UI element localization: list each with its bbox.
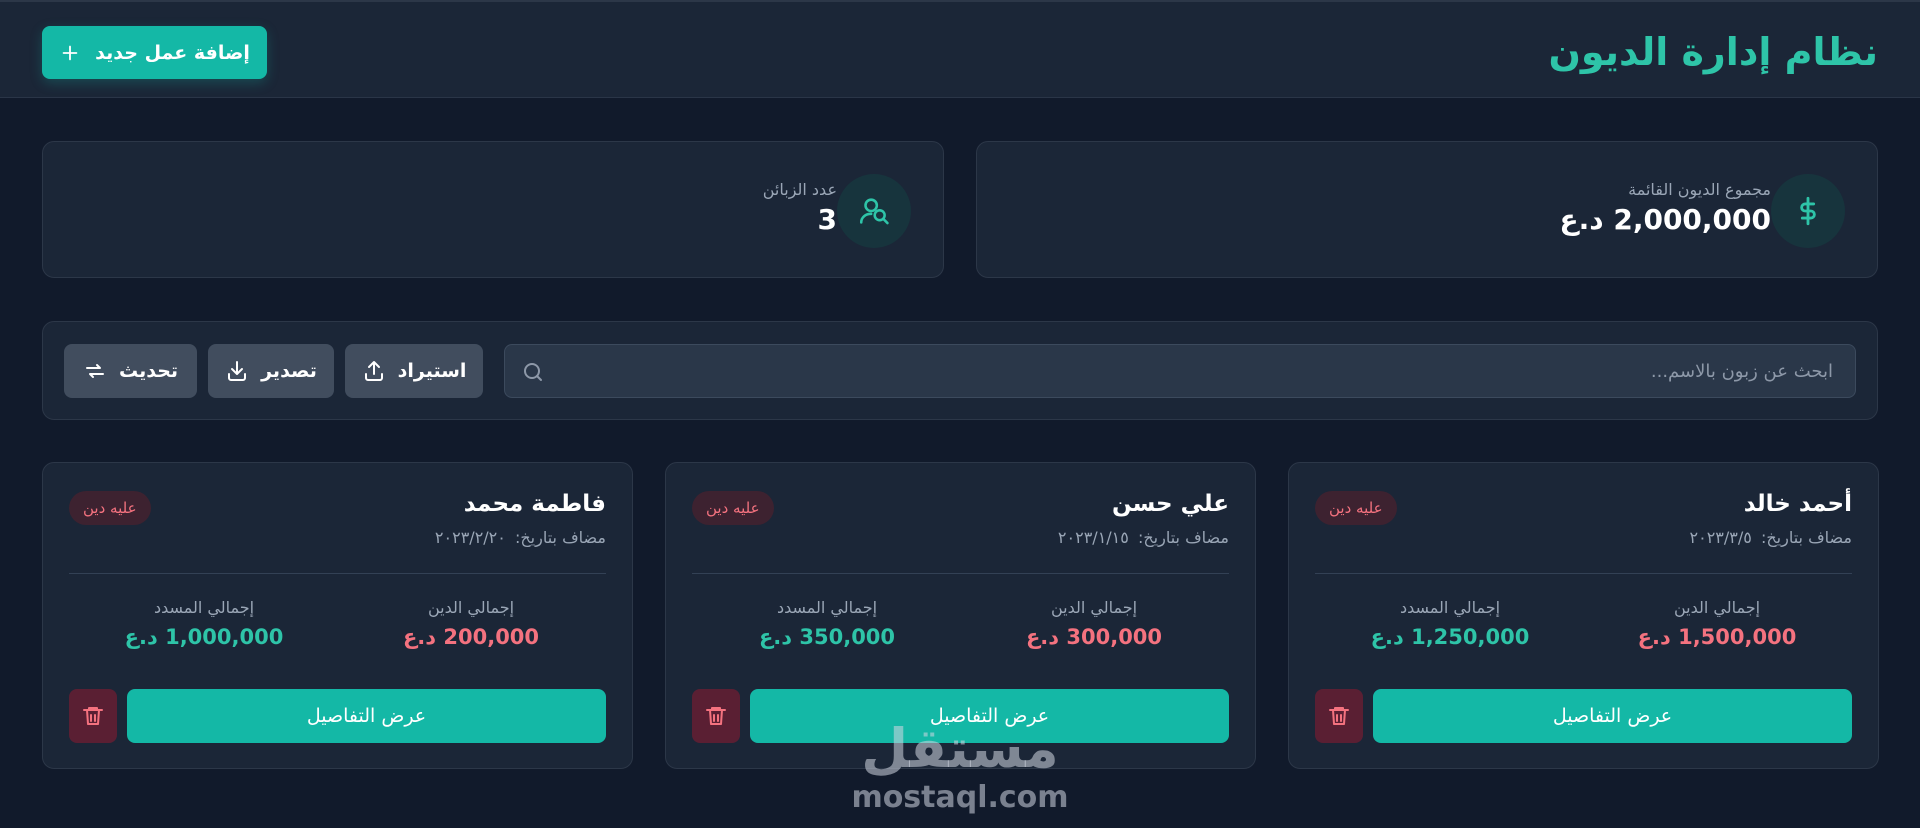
page-title: نظام إدارة الديون — [1548, 30, 1878, 74]
total-debts-card: مجموع الديون القائمة 2,000,000 د.ع — [976, 141, 1878, 278]
total-debt-value: 200,000 د.ع — [402, 625, 540, 649]
delete-button[interactable] — [692, 689, 740, 743]
watermark-url: mostaql.com — [851, 780, 1069, 815]
clients-count-value: 3 — [817, 203, 837, 236]
client-date: مضاف بتاريخ: ٢٠٢٣/٢/٢٠ — [435, 528, 606, 547]
divider — [69, 573, 606, 574]
trash-icon — [1329, 707, 1349, 725]
refresh-button-label: تحديث — [118, 360, 179, 382]
client-name: أحمد خالد — [1743, 491, 1852, 517]
total-debt-value: 1,500,000 د.ع — [1637, 625, 1797, 649]
search-box — [504, 344, 1856, 398]
client-card: علي حسن مضاف بتاريخ: ٢٠٢٣/١/١٥ عليه دين … — [665, 462, 1256, 769]
top-bar: نظام إدارة الديون إضافة عمل جديد — [0, 0, 1920, 98]
divider — [692, 573, 1229, 574]
total-paid: إجمالي المسدد 1,250,000 د.ع — [1315, 598, 1585, 649]
date-value: ٢٠٢٣/٣/٥ — [1689, 528, 1752, 547]
refresh-button[interactable]: تحديث — [64, 344, 197, 398]
upload-icon — [364, 361, 383, 381]
delete-button[interactable] — [69, 689, 117, 743]
export-button[interactable]: تصدير — [208, 344, 334, 398]
trash-icon — [706, 707, 726, 725]
client-card: فاطمة محمد مضاف بتاريخ: ٢٠٢٣/٢/٢٠ عليه د… — [42, 462, 633, 769]
total-debt-label: إجمالي الدين — [1050, 598, 1138, 617]
view-details-button[interactable]: عرض التفاصيل — [127, 689, 606, 743]
import-button-label: استيراد — [397, 360, 467, 382]
total-paid: إجمالي المسدد 1,000,000 د.ع — [69, 598, 339, 649]
dollar-sign-icon — [1771, 174, 1845, 248]
search-icon — [524, 363, 542, 381]
date-value: ٢٠٢٣/٢/٢٠ — [434, 528, 506, 547]
total-paid: إجمالي المسدد 350,000 د.ع — [692, 598, 962, 649]
status-badge: عليه دين — [1315, 491, 1397, 525]
download-icon — [228, 361, 247, 381]
client-date: مضاف بتاريخ: ٢٠٢٣/٣/٥ — [1690, 528, 1852, 547]
view-details-button[interactable]: عرض التفاصيل — [750, 689, 1229, 743]
status-badge: عليه دين — [692, 491, 774, 525]
total-debt-label: إجمالي الدين — [427, 598, 515, 617]
add-new-button-label: إضافة عمل جديد — [95, 41, 250, 64]
search-input[interactable] — [505, 345, 1855, 397]
view-details-button[interactable]: عرض التفاصيل — [1373, 689, 1852, 743]
total-debt: إجمالي الدين 200,000 د.ع — [336, 598, 606, 649]
total-debt-label: إجمالي الدين — [1673, 598, 1761, 617]
export-button-label: تصدير — [261, 360, 317, 382]
total-debt: إجمالي الدين 1,500,000 د.ع — [1582, 598, 1852, 649]
total-debts-label: مجموع الديون القائمة — [1628, 180, 1771, 199]
clients-count-card: عدد الزبائن 3 — [42, 141, 944, 278]
client-date: مضاف بتاريخ: ٢٠٢٣/١/١٥ — [1058, 528, 1229, 547]
delete-button[interactable] — [1315, 689, 1363, 743]
clients-count-label: عدد الزبائن — [762, 180, 837, 199]
add-new-button[interactable]: إضافة عمل جديد — [42, 26, 267, 79]
total-debts-value: 2,000,000 د.ع — [1559, 203, 1771, 236]
total-paid-label: إجمالي المسدد — [776, 598, 878, 617]
toolbar: استيراد تصدير تحديث — [42, 321, 1878, 420]
trash-icon — [83, 707, 103, 725]
total-paid-value: 1,000,000 د.ع — [124, 625, 284, 649]
date-prefix: مضاف بتاريخ: — [1137, 528, 1229, 547]
date-prefix: مضاف بتاريخ: — [1760, 528, 1852, 547]
plus-icon — [62, 45, 78, 60]
import-button[interactable]: استيراد — [345, 344, 483, 398]
client-name: علي حسن — [1111, 491, 1229, 517]
client-card: أحمد خالد مضاف بتاريخ: ٢٠٢٣/٣/٥ عليه دين… — [1288, 462, 1879, 769]
date-value: ٢٠٢٣/١/١٥ — [1057, 528, 1129, 547]
total-debt: إجمالي الدين 300,000 د.ع — [959, 598, 1229, 649]
divider — [1315, 573, 1852, 574]
total-paid-label: إجمالي المسدد — [153, 598, 255, 617]
total-paid-value: 350,000 د.ع — [758, 625, 896, 649]
date-prefix: مضاف بتاريخ: — [514, 528, 606, 547]
total-paid-value: 1,250,000 د.ع — [1370, 625, 1530, 649]
status-badge: عليه دين — [69, 491, 151, 525]
users-icon — [837, 174, 911, 248]
total-debt-value: 300,000 د.ع — [1025, 625, 1163, 649]
total-paid-label: إجمالي المسدد — [1399, 598, 1501, 617]
refresh-icon — [85, 364, 104, 378]
client-name: فاطمة محمد — [463, 491, 606, 517]
